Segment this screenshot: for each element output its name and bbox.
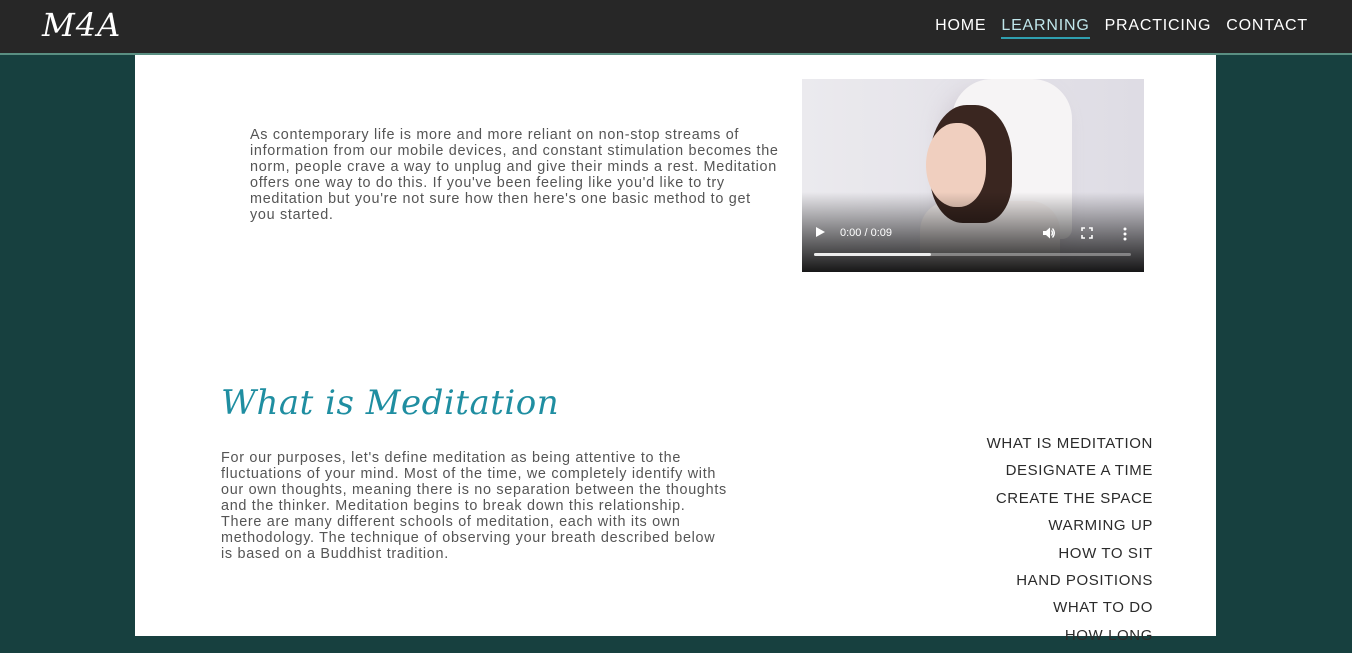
nav-link-contact[interactable]: CONTACT [1226,17,1308,39]
nav-link-practicing[interactable]: PRACTICING [1105,17,1212,39]
nav-link-learning[interactable]: LEARNING [1001,17,1090,39]
navbar: M4A HOME LEARNING PRACTICING CONTACT [0,0,1352,55]
toc-item-hand-positions[interactable]: HAND POSITIONS [893,571,1153,598]
toc-item-how-long[interactable]: HOW LONG [893,626,1153,653]
video-progress-bar[interactable] [814,253,1131,256]
main-nav: HOME LEARNING PRACTICING CONTACT [935,17,1308,39]
video-player[interactable]: 0:00 / 0:09 [802,79,1144,272]
table-of-contents: WHAT IS MEDITATION DESIGNATE A TIME CREA… [893,434,1153,653]
section-title: What is Meditation [221,383,560,423]
more-options-icon[interactable] [1123,227,1127,241]
nav-link-home[interactable]: HOME [935,17,986,39]
toc-item-warming-up[interactable]: WARMING UP [893,516,1153,543]
play-icon[interactable] [816,227,825,237]
toc-item-what-is-meditation[interactable]: WHAT IS MEDITATION [893,434,1153,461]
fullscreen-icon[interactable] [1081,227,1093,239]
video-progress-fill [814,253,932,256]
video-time: 0:00 / 0:09 [840,227,892,239]
intro-paragraph: As contemporary life is more and more re… [250,127,779,223]
toc-item-designate-a-time[interactable]: DESIGNATE A TIME [893,461,1153,488]
section-paragraph: For our purposes, let's define meditatio… [221,450,727,562]
main-content: As contemporary life is more and more re… [135,55,1216,644]
volume-icon[interactable] [1042,226,1056,240]
site-logo[interactable]: M4A [42,6,121,44]
toc-item-how-to-sit[interactable]: HOW TO SIT [893,544,1153,571]
toc-item-create-the-space[interactable]: CREATE THE SPACE [893,489,1153,516]
toc-item-what-to-do[interactable]: WHAT TO DO [893,598,1153,625]
